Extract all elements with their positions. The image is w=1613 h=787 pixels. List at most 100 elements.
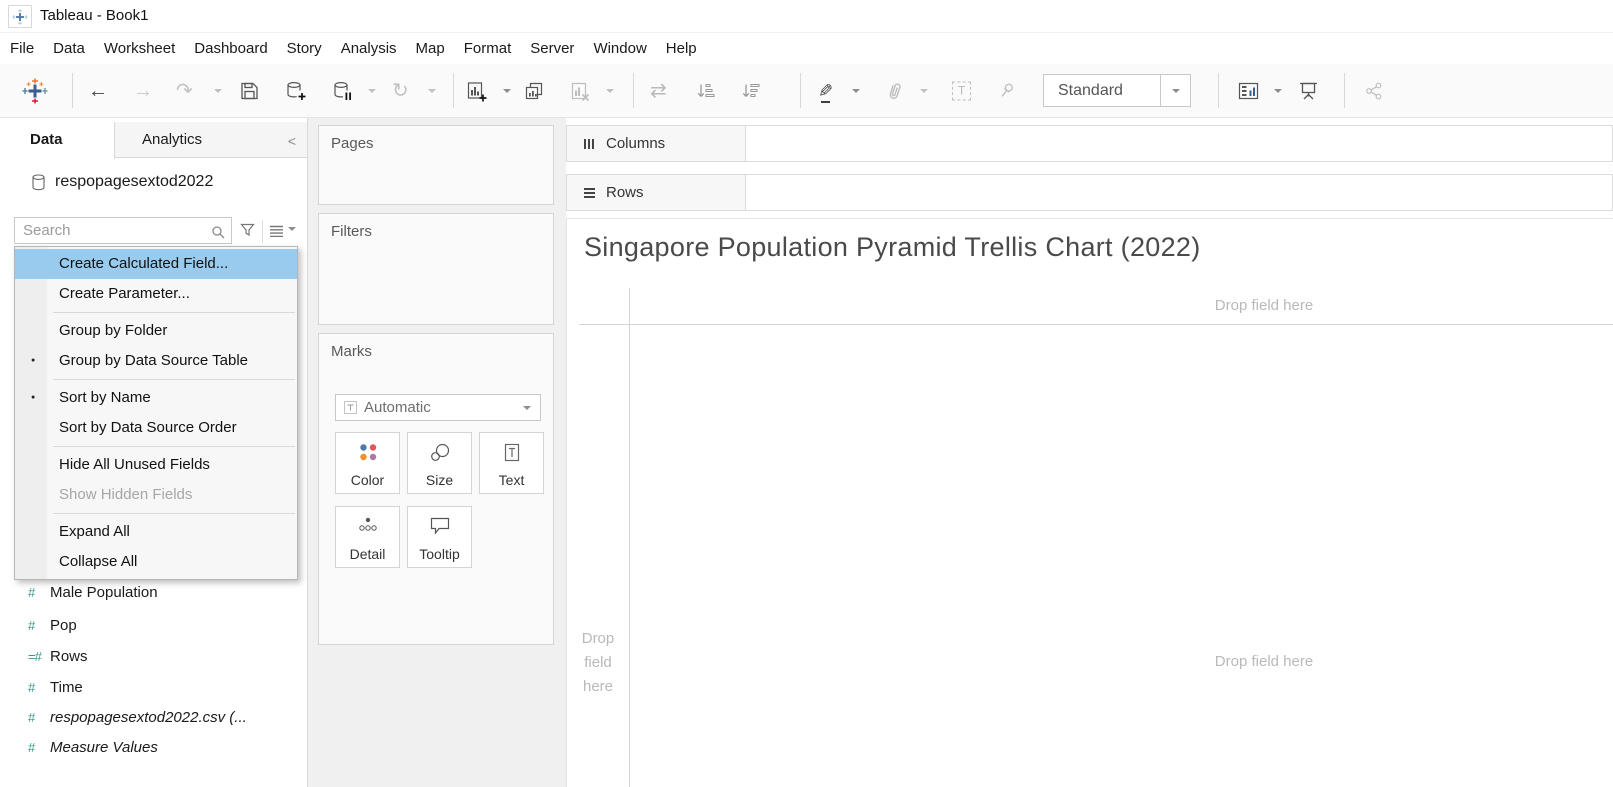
presentation-mode-button[interactable]	[1298, 81, 1319, 101]
toolbar-separator	[800, 73, 801, 108]
swap-rows-columns-icon[interactable]	[650, 81, 667, 101]
mark-type-caret[interactable]	[514, 395, 540, 420]
new-worksheet-button[interactable]	[466, 80, 487, 101]
search-row-divider	[262, 220, 263, 243]
text-icon	[502, 442, 522, 468]
menu-item-sort-by-name[interactable]: Sort by Name	[15, 383, 297, 413]
menu-item-expand-all[interactable]: Expand All	[15, 517, 297, 547]
search-input[interactable]	[15, 218, 231, 243]
menu-data[interactable]: Data	[53, 40, 85, 57]
duplicate-sheet-button[interactable]	[524, 81, 544, 101]
share-workbook-button[interactable]	[1364, 81, 1384, 101]
sheet-title: Singapore Population Pyramid Trellis Cha…	[584, 232, 1201, 263]
collapse-pane-icon[interactable]	[283, 130, 301, 150]
field-time[interactable]: # Time	[0, 672, 303, 702]
detail-button[interactable]: Detail	[335, 506, 400, 568]
menu-item-group-by-data-source-table[interactable]: Group by Data Source Table	[15, 346, 297, 376]
pause-updates-dropdown-caret[interactable]	[368, 89, 376, 93]
pages-card[interactable]: Pages	[318, 125, 554, 205]
menu-item-hide-all-unused-fields[interactable]: Hide All Unused Fields	[15, 450, 297, 480]
datasource-item[interactable]: respopagesextod2022	[0, 158, 307, 206]
size-button[interactable]: Size	[407, 432, 472, 494]
menu-window[interactable]: Window	[593, 40, 646, 57]
menu-item-create-parameter[interactable]: Create Parameter...	[15, 279, 297, 309]
fix-axes-button[interactable]	[998, 81, 1016, 101]
window-title: Tableau - Book1	[40, 7, 148, 24]
show-hide-cards-button[interactable]	[1238, 82, 1259, 100]
tab-data[interactable]: Data	[0, 122, 115, 159]
drop-field-column-header[interactable]: Drop field here	[1215, 297, 1313, 314]
search-box[interactable]	[14, 217, 232, 244]
menu-item-collapse-all[interactable]: Collapse All	[15, 547, 297, 577]
rows-shelf-drop-area[interactable]	[746, 175, 1612, 210]
measure-number-icon: #	[28, 680, 50, 695]
tab-analytics[interactable]: Analytics	[115, 122, 275, 158]
field-measure-values[interactable]: # Measure Values	[0, 732, 303, 762]
mark-type-icon	[344, 401, 357, 414]
menu-worksheet[interactable]: Worksheet	[104, 40, 175, 57]
toolbar-separator	[1218, 73, 1219, 108]
menu-file[interactable]: File	[10, 40, 34, 57]
sort-descending-button[interactable]	[741, 81, 761, 101]
undo-icon[interactable]	[88, 81, 108, 101]
menu-format[interactable]: Format	[464, 40, 512, 57]
refresh-data-icon[interactable]	[392, 81, 409, 101]
drop-field-main-pane[interactable]: Drop field here	[1215, 653, 1313, 670]
text-button[interactable]: Text	[479, 432, 544, 494]
new-worksheet-dropdown-caret[interactable]	[503, 89, 511, 93]
view-as-grid-icon[interactable]	[269, 224, 284, 242]
sort-ascending-button[interactable]	[696, 81, 716, 101]
axis-horizontal-line	[579, 324, 1613, 325]
filters-card[interactable]: Filters	[318, 213, 554, 325]
menu-map[interactable]: Map	[416, 40, 445, 57]
fit-selector-value: Standard	[1044, 82, 1160, 100]
menu-story[interactable]: Story	[287, 40, 322, 57]
clear-sheet-button[interactable]	[570, 81, 590, 101]
toolbar-separator	[453, 73, 454, 108]
tableau-logo-button[interactable]	[22, 78, 48, 104]
toolbar-separator	[633, 73, 634, 108]
field-pop[interactable]: # Pop	[0, 610, 303, 640]
detail-label: Detail	[350, 546, 386, 562]
rows-shelf: Rows	[566, 174, 1613, 211]
highlight-icon[interactable]	[818, 82, 833, 100]
columns-shelf-text: Columns	[606, 135, 665, 152]
measure-number-icon: #	[28, 585, 50, 600]
replay-icon[interactable]	[176, 81, 193, 101]
show-mark-labels-button[interactable]	[952, 81, 971, 100]
measure-number-icon: #	[28, 710, 50, 725]
refresh-dropdown-caret[interactable]	[428, 89, 436, 93]
field-rows[interactable]: =# Rows	[0, 641, 303, 671]
view-as-dropdown-caret[interactable]	[288, 227, 296, 231]
filter-fields-icon[interactable]	[240, 223, 255, 242]
mark-type-label: Automatic	[336, 399, 514, 416]
cards-dropdown-caret[interactable]	[1274, 89, 1282, 93]
menu-item-group-by-folder[interactable]: Group by Folder	[15, 316, 297, 346]
field-table-count[interactable]: # respopagesextod2022.csv (...	[0, 702, 303, 732]
pause-auto-updates-button[interactable]	[332, 81, 353, 101]
menu-analysis[interactable]: Analysis	[341, 40, 397, 57]
menu-item-sort-by-data-source-order[interactable]: Sort by Data Source Order	[15, 413, 297, 443]
tooltip-button[interactable]: Tooltip	[407, 506, 472, 568]
save-button[interactable]	[240, 81, 259, 100]
redo-icon[interactable]	[133, 81, 153, 101]
fit-selector-caret[interactable]	[1160, 75, 1190, 106]
replay-dropdown-caret[interactable]	[214, 89, 222, 93]
highlight-dropdown-caret[interactable]	[852, 89, 860, 93]
new-data-source-button[interactable]	[285, 81, 306, 101]
fit-selector[interactable]: Standard	[1043, 74, 1191, 107]
drop-field-row-header[interactable]: Drop field here	[567, 627, 629, 699]
mark-type-dropdown[interactable]: Automatic	[335, 394, 541, 421]
group-dropdown-caret[interactable]	[920, 89, 928, 93]
menu-help[interactable]: Help	[666, 40, 697, 57]
menu-item-create-calculated-field[interactable]: Create Calculated Field...	[15, 249, 297, 279]
menu-dashboard[interactable]: Dashboard	[194, 40, 267, 57]
field-male-population[interactable]: # Male Population	[0, 577, 303, 607]
menu-server[interactable]: Server	[530, 40, 574, 57]
presentation-mode-icon	[1298, 81, 1319, 101]
columns-shelf-drop-area[interactable]	[746, 126, 1612, 161]
color-button[interactable]: Color	[335, 432, 400, 494]
group-members-button[interactable]	[886, 81, 904, 101]
size-label: Size	[426, 472, 453, 488]
clear-sheet-dropdown-caret[interactable]	[606, 89, 614, 93]
